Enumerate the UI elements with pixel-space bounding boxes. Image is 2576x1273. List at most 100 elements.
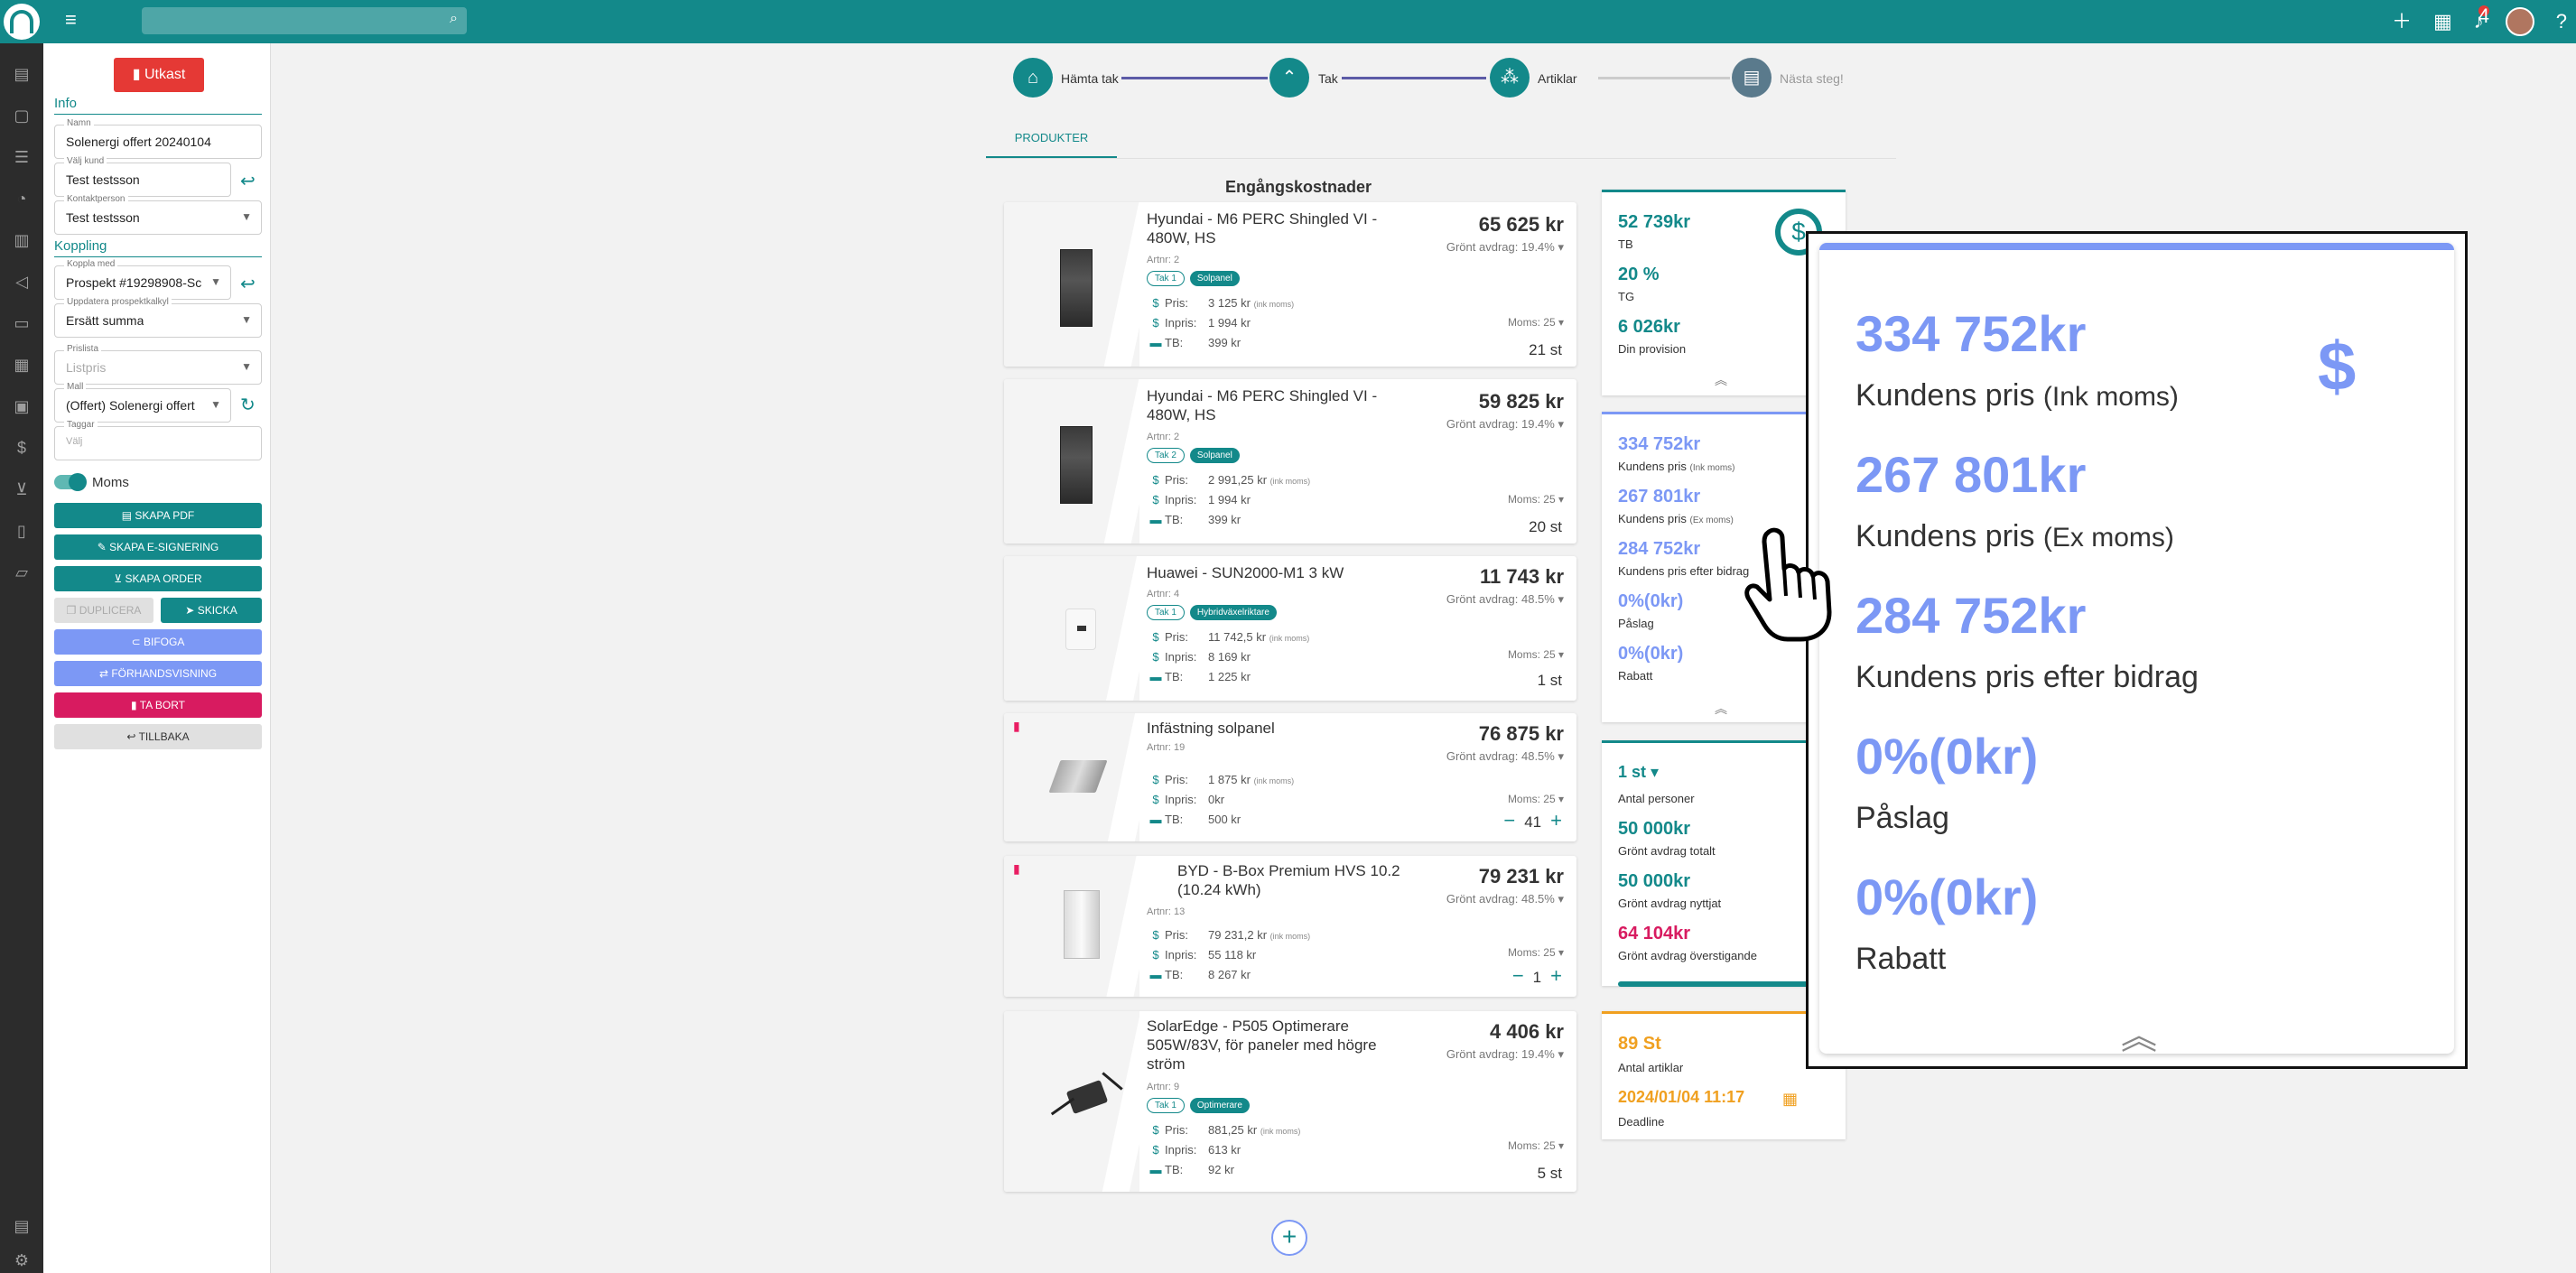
calendar-icon[interactable]: ▦ [2433, 11, 2452, 33]
delete-button[interactable]: ▮ Ta bort [54, 692, 262, 718]
green-total-label: Grönt avdrag totalt [1618, 844, 1716, 858]
calendar-icon[interactable]: ▦ [11, 354, 33, 376]
product-card[interactable]: Huawei - SUN2000-M1 3 kW Artnr: 4 Tak 1 H… [1004, 556, 1576, 701]
step-next[interactable]: ▤ [1732, 58, 1772, 98]
chevron-up-icon[interactable]: ︽ [1715, 371, 1727, 389]
hamburger-icon[interactable]: ≡ [65, 10, 85, 30]
product-card[interactable]: ▮ Infästning solpanel Artnr: 19 $ Pris: 1 … [1004, 713, 1576, 841]
bell-icon[interactable]: ♪ 4 [2474, 5, 2489, 33]
list-icon[interactable]: ☰ [11, 146, 33, 168]
create-order-button[interactable]: ⊻ Skapa order [54, 566, 262, 591]
minus-icon[interactable]: − [1512, 964, 1524, 987]
file-icon[interactable]: ▤ [11, 1215, 33, 1237]
duplicate-button[interactable]: ❐ Duplicera [54, 598, 153, 623]
app-logo[interactable] [4, 4, 40, 40]
step-articles[interactable]: ⁂ [1490, 58, 1530, 98]
discount-label: Rabatt [1618, 669, 1653, 683]
tb-label: TB [1618, 237, 1633, 251]
green-deduction-select[interactable]: Grönt avdrag: 48.5% ▾ [1446, 892, 1564, 906]
customer-field[interactable]: Välj kund Test testsson [54, 156, 231, 197]
clipboard-icon[interactable]: ▯ [11, 520, 33, 542]
vat-select[interactable]: Moms: 25 ▾ [1508, 648, 1564, 661]
tg-label: TG [1618, 290, 1635, 303]
update-calc-select[interactable]: Uppdatera prospektkalkyl Ersätt summa ▼ [54, 297, 262, 338]
back-button[interactable]: ↩ Tillbaka [54, 724, 262, 749]
document-icon[interactable]: ▢ [11, 105, 33, 126]
gear-icon[interactable]: ⚙ [11, 1250, 33, 1271]
green-deduction-select[interactable]: Grönt avdrag: 48.5% ▾ [1446, 749, 1564, 764]
tags-input[interactable]: Taggar Välj [54, 420, 262, 460]
headset-icon[interactable]: ◔ [11, 188, 33, 209]
vat-select[interactable]: Moms: 25 ▾ [1508, 316, 1564, 329]
attach-button[interactable]: ⊂ Bifoga [54, 629, 262, 655]
plus-icon[interactable]: + [1550, 964, 1562, 987]
trash-icon[interactable]: ▮ [1013, 861, 1020, 877]
link-prospect-icon[interactable]: ↩ [240, 273, 256, 295]
search-icon[interactable]: ⌕ [450, 11, 458, 27]
persons-select[interactable]: 1 st ▾ [1618, 763, 1659, 782]
inverter-image [1065, 609, 1096, 650]
minus-icon[interactable]: − [1503, 809, 1515, 832]
avatar[interactable] [2505, 7, 2534, 36]
vat-select[interactable]: Moms: 25 ▾ [1508, 793, 1564, 805]
pricelist-select[interactable]: Prislista Listpris ▼ [54, 344, 262, 385]
vat-select[interactable]: Moms: 25 ▾ [1508, 493, 1564, 506]
tab-products[interactable]: PRODUKTER [986, 128, 1117, 159]
connect-with-select[interactable]: Koppla med Prospekt #19298908-Sc ▼ [54, 259, 231, 300]
dollar-icon: $ [1152, 493, 1159, 506]
green-deduction-select[interactable]: Grönt avdrag: 19.4% ▾ [1446, 417, 1564, 432]
total-price: 79 231 kr [1478, 865, 1564, 887]
chevron-up-icon[interactable]: ︽ [1715, 700, 1727, 718]
product-card[interactable]: SolarEdge - P505 Optimerare 505W/83V, fö… [1004, 1011, 1576, 1192]
vat-select[interactable]: Moms: 25 ▾ [1508, 1139, 1564, 1152]
vat-select[interactable]: Moms: 25 ▾ [1508, 946, 1564, 959]
inbox-icon[interactable]: ▣ [11, 395, 33, 417]
create-pdf-button[interactable]: ▤ Skapa PDF [54, 503, 262, 528]
product-card[interactable]: Hyundai - M6 PERC Shingled VI - 480W, HS… [1004, 202, 1576, 367]
offer-icon[interactable]: ▤ [11, 63, 33, 85]
green-deduction-select[interactable]: Grönt avdrag: 19.4% ▾ [1446, 240, 1564, 255]
name-field[interactable]: Namn Solenergi offert 20240104 [54, 118, 262, 159]
dollar-icon: $ [1152, 773, 1159, 786]
megaphone-icon[interactable]: ◁ [11, 271, 33, 293]
quantity: 1 st [1537, 672, 1562, 689]
add-product-button[interactable]: + [1271, 1220, 1307, 1256]
product-card[interactable]: Hyundai - M6 PERC Shingled VI - 480W, HS… [1004, 379, 1576, 544]
calendar-icon[interactable]: ▦ [1782, 1090, 1798, 1109]
file-icon[interactable]: ▱ [11, 562, 33, 583]
plus-icon[interactable]: + [1550, 809, 1562, 832]
cart-icon[interactable]: ⊻ [11, 479, 33, 500]
draft-status-button[interactable]: ▮ Utkast [114, 58, 204, 92]
tb-value: 52 739kr [1618, 212, 1691, 232]
book-icon[interactable]: ▥ [11, 229, 33, 251]
chevron-up-icon[interactable]: ︽ [2121, 1007, 2157, 1059]
contact-person-select[interactable]: Kontaktperson Test testsson ▼ [54, 194, 262, 235]
green-deduction-select[interactable]: Grönt avdrag: 48.5% ▾ [1446, 592, 1564, 607]
dollar-icon: $ [2318, 329, 2357, 405]
price-ink-label: Kundens pris (Ink moms) [1618, 460, 1735, 473]
trash-icon[interactable]: ▮ [1013, 719, 1020, 734]
create-esign-button[interactable]: ✎ Skapa E-signering [54, 534, 262, 560]
roof-badge: Tak 2 [1147, 448, 1185, 463]
dollar-icon[interactable]: $ [11, 437, 33, 459]
search-input[interactable]: ⌕ [142, 7, 467, 34]
send-button[interactable]: ➤ Skicka [161, 598, 262, 623]
moms-toggle[interactable] [54, 473, 87, 491]
refresh-icon[interactable]: ↻ [240, 394, 256, 416]
quantity-stepper[interactable]: −1 + [1503, 964, 1562, 988]
link-customer-icon[interactable]: ↩ [240, 170, 256, 192]
plus-icon[interactable]: ＋ [2392, 11, 2412, 33]
caret-down-icon: ▼ [241, 210, 252, 223]
product-title: Hyundai - M6 PERC Shingled VI - 480W, HS [1147, 210, 1378, 246]
dollar-icon: $ [1152, 1123, 1159, 1137]
template-select[interactable]: Mall (Offert) Solenergi offert ▼ [54, 382, 231, 423]
step-roof[interactable]: ⌃ [1269, 58, 1309, 98]
price-line: $ Pris: 3 125 kr (ink moms) [1147, 296, 1294, 310]
help-icon[interactable]: ? [2556, 11, 2567, 33]
product-card[interactable]: ▮ BYD - B-Box Premium HVS 10.2 (10.24 kW… [1004, 856, 1576, 997]
green-deduction-select[interactable]: Grönt avdrag: 19.4% ▾ [1446, 1047, 1564, 1062]
quantity-stepper[interactable]: −41 + [1494, 809, 1562, 832]
folder-icon[interactable]: ▭ [11, 312, 33, 334]
preview-button[interactable]: ⇄ Förhandsvisning [54, 661, 262, 686]
step-fetch-roof[interactable]: ⌂ [1013, 58, 1053, 98]
